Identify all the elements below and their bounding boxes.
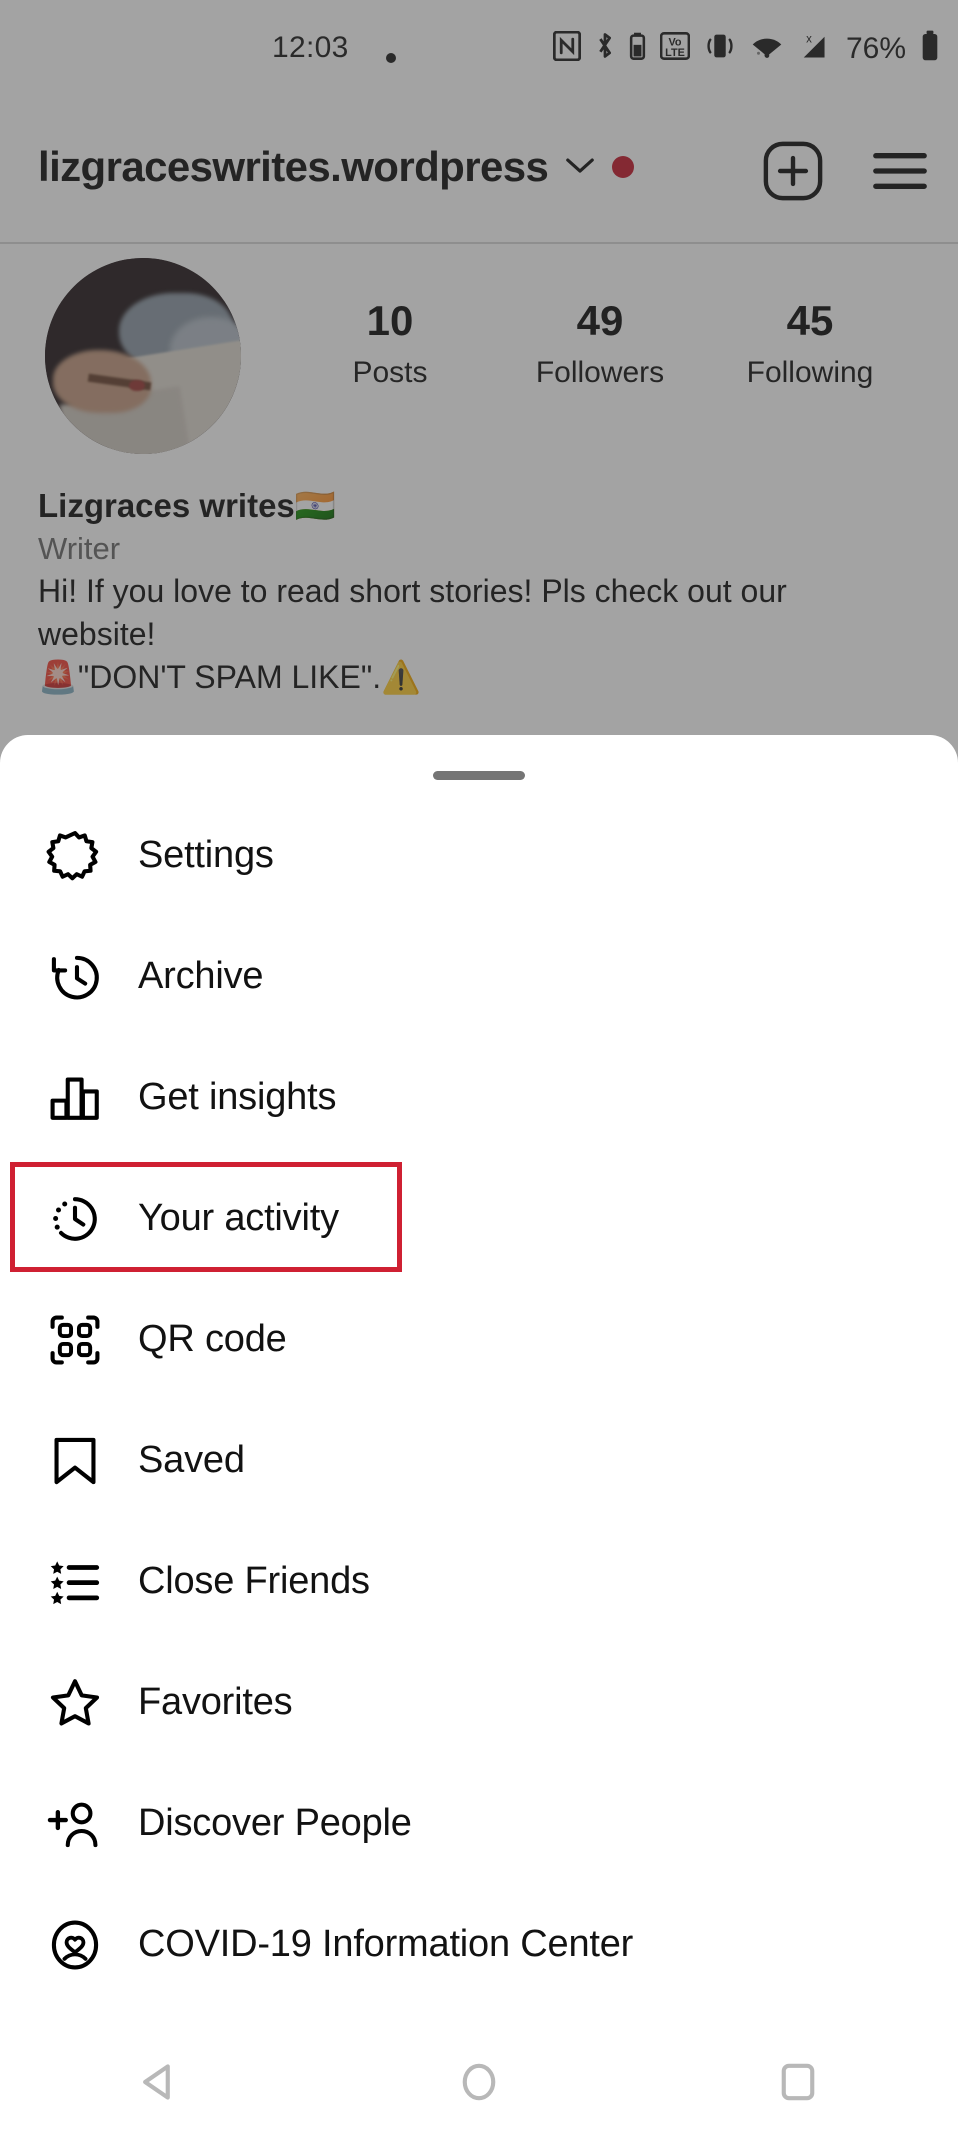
- home-circle-icon[interactable]: [419, 2035, 539, 2129]
- menu-item-label: QR code: [138, 1318, 287, 1360]
- menu-item-label: Get insights: [138, 1076, 337, 1118]
- recents-square-icon[interactable]: [738, 2035, 858, 2129]
- menu-item-get-insights[interactable]: Get insights: [0, 1037, 958, 1158]
- options-bottom-sheet: Settings Archive Get insights Your activ…: [0, 735, 958, 2035]
- menu-item-label: Favorites: [138, 1681, 293, 1723]
- menu-item-label: Your activity: [138, 1197, 339, 1239]
- menu-item-label: Discover People: [138, 1802, 412, 1844]
- menu-item-saved[interactable]: Saved: [0, 1400, 958, 1521]
- menu-item-label: Saved: [138, 1439, 245, 1481]
- menu-item-archive[interactable]: Archive: [0, 916, 958, 1037]
- star-icon: [42, 1670, 108, 1736]
- gear-icon: [42, 823, 108, 889]
- menu-item-covid-information-center[interactable]: COVID-19 Information Center: [0, 1884, 958, 2005]
- qr-code-icon: [42, 1307, 108, 1373]
- menu-item-label: COVID-19 Information Center: [138, 1923, 634, 1965]
- menu-item-label: Archive: [138, 955, 264, 997]
- drag-handle[interactable]: [433, 771, 525, 780]
- star-list-icon: [42, 1549, 108, 1615]
- menu-item-close-friends[interactable]: Close Friends: [0, 1521, 958, 1642]
- bar-chart-icon: [42, 1065, 108, 1131]
- android-nav-bar: [0, 2035, 958, 2129]
- menu-item-favorites[interactable]: Favorites: [0, 1642, 958, 1763]
- options-menu-list: Settings Archive Get insights Your activ…: [0, 795, 958, 2005]
- phone-screen: 12:03 Vo LTE x 76% lizgraceswrites.wordp…: [0, 0, 958, 2129]
- archive-clock-icon: [42, 944, 108, 1010]
- activity-clock-icon: [42, 1186, 108, 1252]
- menu-item-label: Close Friends: [138, 1560, 370, 1602]
- menu-item-your-activity[interactable]: Your activity: [0, 1158, 958, 1279]
- add-person-icon: [42, 1791, 108, 1857]
- menu-item-discover-people[interactable]: Discover People: [0, 1763, 958, 1884]
- menu-item-label: Settings: [138, 834, 274, 876]
- bookmark-icon: [42, 1428, 108, 1494]
- heart-shield-icon: [42, 1912, 108, 1978]
- menu-item-settings[interactable]: Settings: [0, 795, 958, 916]
- back-triangle-icon[interactable]: [100, 2035, 220, 2129]
- menu-item-qr-code[interactable]: QR code: [0, 1279, 958, 1400]
